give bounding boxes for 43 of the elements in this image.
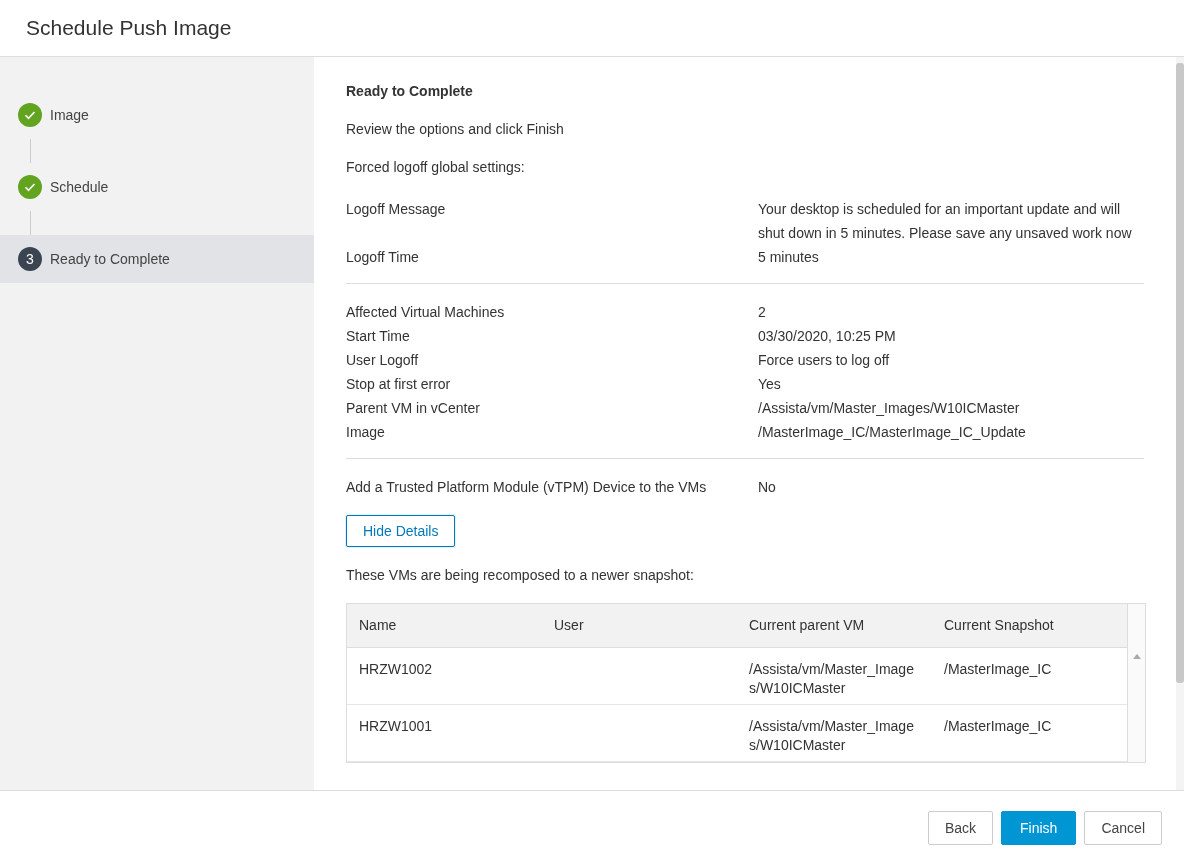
summary-value: 03/30/2020, 10:25 PM: [758, 327, 897, 346]
wizard-step[interactable]: 3 Ready to Complete: [0, 235, 314, 283]
page-scrollbar[interactable]: [1176, 57, 1184, 790]
column-header: Current parent VM: [748, 616, 866, 635]
table-cell-text: /Assista/vm/Master_Images/W10ICMaster: [748, 717, 915, 755]
section-heading: Ready to Complete: [346, 83, 473, 99]
hide-details-button[interactable]: Hide Details: [346, 515, 456, 547]
dialog-button[interactable]: Cancel: [1084, 811, 1162, 845]
summary-label: Start Time: [346, 327, 411, 346]
dialog-title: Schedule Push Image: [26, 16, 232, 40]
table-cell-text: /MasterImage_IC: [943, 660, 1053, 679]
summary-label: Parent VM in vCenter: [346, 399, 481, 418]
dialog-button[interactable]: Back: [927, 811, 994, 845]
settings-label: Forced logoff global settings:: [346, 159, 525, 175]
summary-value: /Assista/vm/Master_Images/W10ICMaster: [758, 399, 1021, 418]
table-cell-text: HRZW1001: [358, 717, 434, 736]
summary-value: 5 minutes: [758, 248, 820, 267]
scroll-up-icon[interactable]: [1132, 654, 1141, 659]
table-cell-text: HRZW1002: [358, 660, 434, 679]
summary-label: Logoff Message: [346, 200, 447, 219]
summary-value: No: [758, 478, 777, 497]
column-header: User: [553, 616, 585, 635]
summary-value: Your desktop is scheduled for an important update and will shut down in 5 minutes. Please save any unsaved work now: [758, 200, 1133, 243]
wizard-step[interactable]: Image: [0, 91, 314, 139]
summary-label: Add a Trusted Platform Module (vTPM) Device to the VMs: [346, 478, 708, 497]
instruction-text: Review the options and click Finish: [346, 121, 564, 137]
summary-label: Image: [346, 423, 386, 442]
column-header: Name: [358, 616, 398, 635]
summary-value: 2: [758, 303, 767, 322]
summary-value: Yes: [758, 375, 782, 394]
wizard-step[interactable]: Schedule: [0, 163, 314, 211]
summary-label: Affected Virtual Machines: [346, 303, 506, 322]
column-header: Current Snapshot: [943, 616, 1055, 635]
table-caption: These VMs are being recomposed to a newer snapshot:: [346, 567, 694, 583]
summary-label: Logoff Time: [346, 248, 420, 267]
summary-value: /MasterImage_IC/MasterImage_IC_Update: [758, 423, 1027, 442]
table-cell-text: /MasterImage_IC: [943, 717, 1053, 736]
table-cell-text: /Assista/vm/Master_Images/W10ICMaster: [748, 660, 915, 698]
summary-value: Force users to log off: [758, 351, 891, 370]
summary-label: Stop at first error: [346, 375, 452, 394]
table-scrollbar[interactable]: [1127, 604, 1145, 762]
step-number: 3: [18, 247, 42, 271]
summary-label: User Logoff: [346, 351, 420, 370]
